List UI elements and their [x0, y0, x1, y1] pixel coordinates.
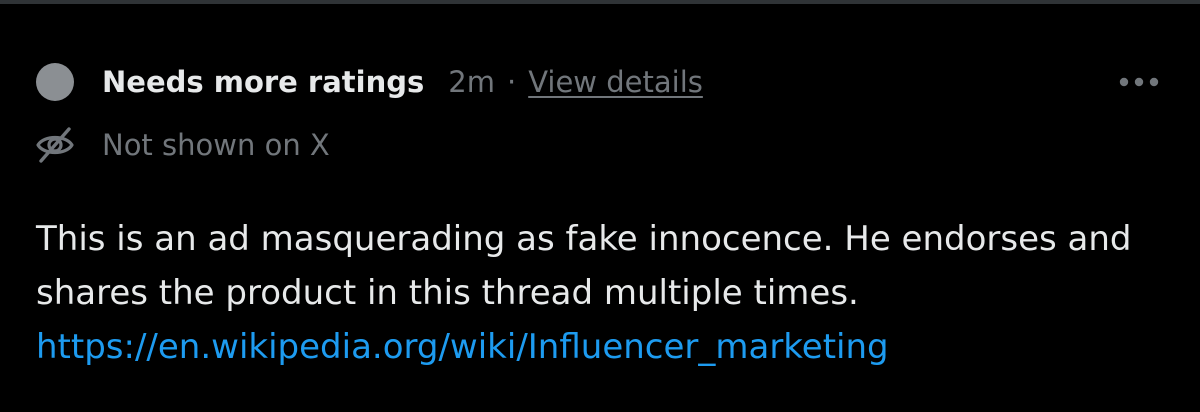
top-divider [0, 0, 1200, 4]
note-status-title: Needs more ratings [102, 65, 425, 99]
eye-off-icon [36, 127, 74, 163]
view-details-link[interactable]: View details [528, 65, 703, 99]
note-source-link[interactable]: https://en.wikipedia.org/wiki/Influencer… [36, 327, 889, 367]
note-body: This is an ad masquerading as fake innoc… [36, 212, 1176, 374]
visibility-label: Not shown on X [102, 128, 330, 162]
visibility-status: Not shown on X [34, 120, 330, 170]
note-body-text: This is an ad masquerading as fake innoc… [36, 219, 1132, 313]
more-options-button[interactable] [1114, 62, 1164, 102]
note-timestamp: 2m [448, 65, 495, 99]
status-dot-icon [36, 63, 74, 101]
more-horizontal-icon [1119, 77, 1159, 87]
note-header: Needs more ratings 2m · View details [36, 56, 703, 108]
separator-dot: · [506, 65, 517, 99]
